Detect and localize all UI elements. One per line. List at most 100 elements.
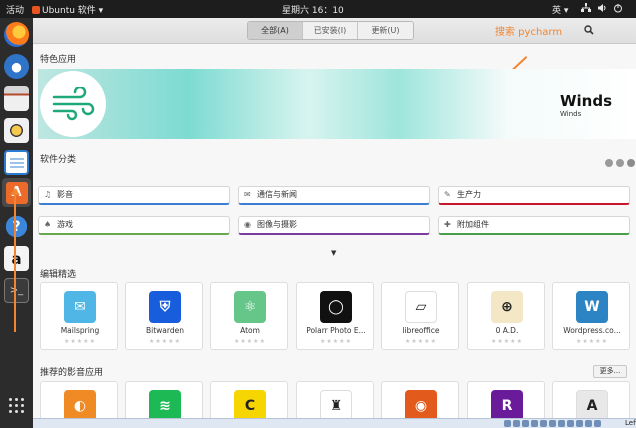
- usb-icon[interactable]: [540, 420, 547, 427]
- help-icon[interactable]: ?: [4, 214, 29, 239]
- app-tile[interactable]: ♜LiveTuner: [296, 381, 374, 418]
- app-tile[interactable]: CCPod: [210, 381, 288, 418]
- music-icon[interactable]: [4, 118, 29, 143]
- camera-icon: ◉: [244, 220, 251, 229]
- app-name: Polarr Photo E...: [306, 326, 366, 335]
- category-productivity[interactable]: ✎ 生产力: [438, 186, 630, 205]
- app-icon: ⛨: [149, 291, 181, 323]
- audio-icon[interactable]: [522, 420, 529, 427]
- view-switcher: 全部(A) 已安装(I) 更新(U): [247, 21, 414, 40]
- app-icon: ◐: [64, 390, 96, 418]
- app-icon: ✉: [64, 291, 96, 323]
- mouse-icon[interactable]: [576, 420, 583, 427]
- app-tile[interactable]: W Wordpress.co... ★★★★★: [552, 282, 630, 350]
- app-tile[interactable]: ⛨ Bitwarden ★★★★★: [125, 282, 203, 350]
- input-method-indicator[interactable]: 英 ▾: [552, 3, 568, 16]
- category-label: 附加组件: [457, 220, 489, 229]
- category-games[interactable]: ♠ 游戏: [38, 216, 230, 235]
- rating-stars: ★★★★★: [234, 338, 266, 345]
- app-icon: ⊕: [491, 291, 523, 323]
- header-bar: 全部(A) 已安装(I) 更新(U) 搜索 pycharm: [33, 18, 636, 167]
- tab-updates[interactable]: 更新(U): [358, 22, 413, 39]
- display-icon[interactable]: [558, 420, 565, 427]
- app-icon: A: [576, 390, 608, 418]
- app-name: Mailspring: [60, 326, 100, 335]
- tab-installed[interactable]: 已安装(I): [303, 22, 358, 39]
- category-label: 游戏: [57, 220, 73, 229]
- app-tile[interactable]: ≋Spotify: [125, 381, 203, 418]
- rating-stars: ★★★★★: [320, 338, 352, 345]
- clock[interactable]: 星期六 16：10: [282, 3, 344, 16]
- terminal-icon[interactable]: >_: [4, 278, 29, 303]
- app-icon: ≋: [149, 390, 181, 418]
- app-icon: C: [234, 390, 266, 418]
- featured-app-subtitle: Winds: [560, 110, 582, 118]
- app-icon: ⚛: [234, 291, 266, 323]
- winds-logo-icon: [40, 71, 106, 137]
- category-addons[interactable]: ✚ 附加组件: [438, 216, 630, 235]
- app-name: libreoffice: [402, 326, 440, 335]
- app-menu[interactable]: Ubuntu 软件 ▾: [32, 3, 103, 16]
- record-icon[interactable]: [567, 420, 574, 427]
- media-apps-title: 推荐的影音应用: [40, 368, 104, 378]
- category-label: 生产力: [457, 190, 481, 199]
- app-tile[interactable]: AAnimationMa...: [552, 381, 630, 418]
- category-label: 影音: [57, 190, 73, 199]
- shared-folder-icon[interactable]: [549, 420, 556, 427]
- more-button[interactable]: 更多...: [593, 365, 627, 378]
- category-audio-video[interactable]: ♫ 影音: [38, 186, 230, 205]
- volume-icon[interactable]: [597, 3, 607, 16]
- keyboard-icon[interactable]: [594, 420, 601, 427]
- puzzle-icon: ✚: [444, 220, 451, 229]
- app-tile[interactable]: ▱ libreoffice ★★★★★: [381, 282, 459, 350]
- activities-button[interactable]: 活动: [6, 3, 24, 16]
- dock: A ? a >_: [0, 18, 33, 428]
- app-icon: ♜: [320, 390, 352, 418]
- featured-banner[interactable]: Winds Winds: [38, 69, 636, 139]
- app-tile[interactable]: ◉Noson: [381, 381, 459, 418]
- rating-stars: ★★★★★: [64, 338, 96, 345]
- app-tile[interactable]: ◯ Polarr Photo E... ★★★★★: [296, 282, 374, 350]
- app-tile[interactable]: ◐clementine: [40, 381, 118, 418]
- amazon-icon[interactable]: a: [4, 246, 29, 271]
- ubuntu-software-window: 全部(A) 已安装(I) 更新(U) 搜索 pycharm 特色应用 Winds…: [33, 18, 636, 418]
- music-icon: ♫: [44, 190, 52, 199]
- network-icon[interactable]: [581, 3, 591, 16]
- app-name: Bitwarden: [146, 326, 184, 335]
- app-tile[interactable]: ✉ Mailspring ★★★★★: [40, 282, 118, 350]
- app-tile[interactable]: ⚛ Atom ★★★★★: [210, 282, 288, 350]
- category-label: 通信与新闻: [257, 190, 297, 199]
- tab-all[interactable]: 全部(A): [248, 22, 303, 39]
- search-icon[interactable]: [584, 25, 594, 35]
- files-icon[interactable]: [4, 86, 29, 111]
- category-communication[interactable]: ✉ 通信与新闻: [238, 186, 430, 205]
- firefox-icon[interactable]: [4, 22, 29, 47]
- categories-title: 软件分类: [40, 155, 77, 165]
- network-icon[interactable]: [531, 420, 538, 427]
- chat-icon: ✉: [244, 190, 251, 199]
- app-icon: ▱: [405, 291, 437, 323]
- app-tile[interactable]: Rrokugtk: [467, 381, 545, 418]
- featured-title: 特色应用: [40, 55, 77, 65]
- gamepad-icon: ♠: [44, 220, 52, 229]
- app-name: Wordpress.co...: [563, 326, 621, 335]
- main-content: 特色应用 Winds Winds 软件分类 ♫ 影音 ✉ 通信与新闻 ✎ 生产力 ♠ 游…: [33, 45, 636, 418]
- chevron-down-icon[interactable]: ▼: [331, 249, 336, 257]
- app-icon: ◯: [320, 291, 352, 323]
- power-icon[interactable]: [613, 3, 623, 16]
- cpu-icon[interactable]: [585, 420, 592, 427]
- mail-icon[interactable]: [4, 54, 29, 79]
- edit-icon: ✎: [444, 190, 451, 199]
- app-name: 0 A.D.: [495, 326, 519, 335]
- host-key-label: Left ✖: [625, 419, 636, 428]
- optical-icon[interactable]: [513, 420, 520, 427]
- category-graphics[interactable]: ◉ 图像与摄影: [238, 216, 430, 235]
- app-tile[interactable]: ⊕ 0 A.D. ★★★★★: [467, 282, 545, 350]
- editors-picks-title: 编辑精选: [40, 270, 77, 280]
- app-name: Atom: [240, 326, 260, 335]
- grid-icon[interactable]: [4, 393, 29, 418]
- search-annotation: 搜索 pycharm: [495, 27, 563, 38]
- writer-icon[interactable]: [4, 150, 29, 175]
- app-menu-label: Ubuntu 软件 ▾: [42, 6, 104, 16]
- disk-icon[interactable]: [504, 420, 511, 427]
